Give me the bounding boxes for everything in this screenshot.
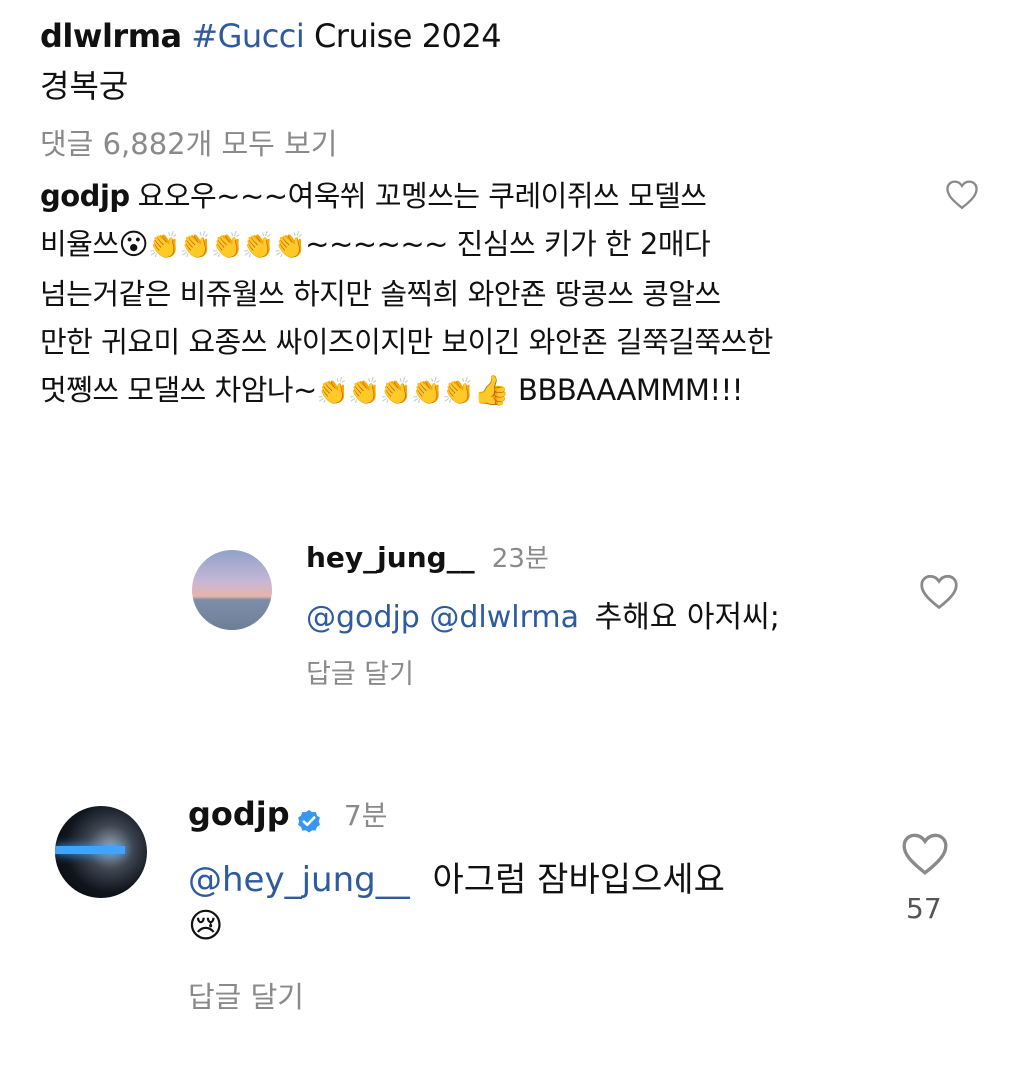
verified-badge-icon [295,807,323,835]
avatar[interactable] [55,806,147,898]
clap-emoji-group: 👏👏👏👏👏 [148,231,306,261]
heart-icon[interactable] [918,572,960,610]
surprised-emoji: 😮 [118,227,149,261]
hashtag-link[interactable]: #Gucci [191,17,304,55]
avatar-highlight [55,846,125,854]
reply-time: 7분 [343,799,388,832]
reply-text: 추해요 아저씨; [594,600,780,635]
reply-button[interactable]: 답글 달기 [188,974,304,1016]
thumbs-up-emoji: 👍 [473,373,510,407]
comment-text: 요오우~~~여욱쒸 꼬멩쓰는 쿠레이쥐쓰 모델쓰 [137,179,707,213]
reply-username[interactable]: hey_jung__ [306,541,475,574]
reply-username[interactable]: godjp [188,795,290,833]
comment-line-5: 멋쪵쓰 모댈쓰 차암나~👏👏👏👏👏👍 BBBAAAMMM!!! [40,366,920,416]
mention-link[interactable]: @dlwlrma [429,600,579,635]
view-all-comments-link[interactable]: 댓글 6,882개 모두 보기 [40,122,337,166]
comment-text: 멋쪵쓰 모댈쓰 차암나~ [40,373,317,407]
post-caption: dlwlrma #Gucci Cruise 2024 [40,14,502,58]
heart-icon[interactable] [944,178,980,210]
comment-line-4: 만한 귀요미 요종쓰 싸이즈이지만 보이긴 와안죤 길쭉길쭉쓰한 [40,325,774,359]
comment-text: BBBAAAMMM!!! [509,373,743,407]
like-count: 57 [906,892,942,925]
reply-text: 아그럼 잠바입으세요 [432,860,725,900]
avatar[interactable] [192,550,272,630]
mention-link[interactable]: @godjp [306,600,420,635]
comment-text: 비율쓰 [40,227,119,261]
reply-time: 23분 [491,544,549,574]
comment-line-2: 비율쓰😮👏👏👏👏👏~~~~~~ 진심쓰 키가 한 2매다 [40,220,920,270]
comment-text: ~~~~~~ 진심쓰 키가 한 2매다 [305,227,711,261]
post-author[interactable]: dlwlrma [40,17,182,55]
comment: godjp 요오우~~~여욱쒸 꼬멩쓰는 쿠레이쥐쓰 모델쓰 비율쓰😮👏👏👏👏👏~… [40,172,920,416]
comment-line-1: godjp 요오우~~~여욱쒸 꼬멩쓰는 쿠레이쥐쓰 모델쓰 [40,172,920,220]
reply-body: @hey_jung__ 아그럼 잠바입으세요 [188,856,725,904]
comment-line-3: 넘는거같은 비쥬월쓰 하지만 솔찍희 와안죤 땅콩쓰 콩알쓰 [40,277,721,311]
comment-username[interactable]: godjp [40,179,130,213]
reply-button[interactable]: 답글 달기 [306,652,414,691]
clap-emoji-group: 👏👏👏👏👏 [316,377,475,407]
reply-body: @godjp @dlwlrma 추해요 아저씨; [306,592,780,636]
mention-link[interactable]: @hey_jung__ [188,860,410,900]
caption-location: 경복궁 [40,67,129,105]
heart-icon[interactable] [900,830,950,876]
caption-text: Cruise 2024 [304,17,502,55]
reply-header: hey_jung__ 23분 [306,538,549,575]
crying-emoji: 😢 [188,906,224,946]
reply-header: godjp 7분 [188,794,387,835]
